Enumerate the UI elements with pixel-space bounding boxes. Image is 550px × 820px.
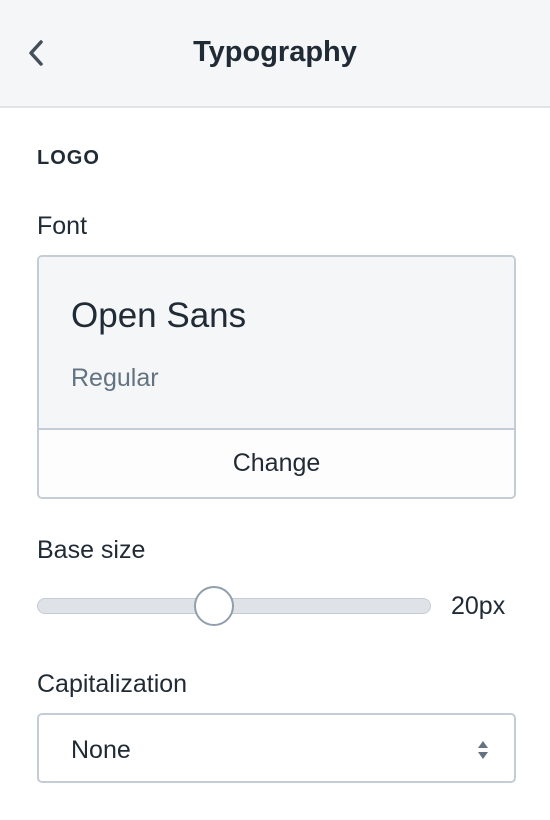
font-label: Font	[37, 212, 88, 240]
capitalization-select[interactable]: None	[37, 713, 516, 783]
font-name: Open Sans	[71, 296, 247, 335]
capitalization-label: Capitalization	[37, 670, 188, 698]
font-picker-card: Open Sans Regular Change	[37, 255, 516, 499]
section-heading: LOGO	[37, 147, 100, 169]
top-bar: Typography	[0, 0, 550, 108]
page-title: Typography	[193, 36, 357, 68]
font-preview: Open Sans Regular	[39, 257, 514, 430]
font-style: Regular	[71, 364, 159, 392]
capitalization-selected-value: None	[71, 736, 131, 764]
base-size-slider-thumb[interactable]	[194, 586, 235, 626]
change-font-button[interactable]: Change	[39, 430, 514, 497]
base-size-value: 20px	[451, 592, 506, 620]
select-arrows-icon	[478, 741, 488, 759]
base-size-label: Base size	[37, 536, 146, 564]
